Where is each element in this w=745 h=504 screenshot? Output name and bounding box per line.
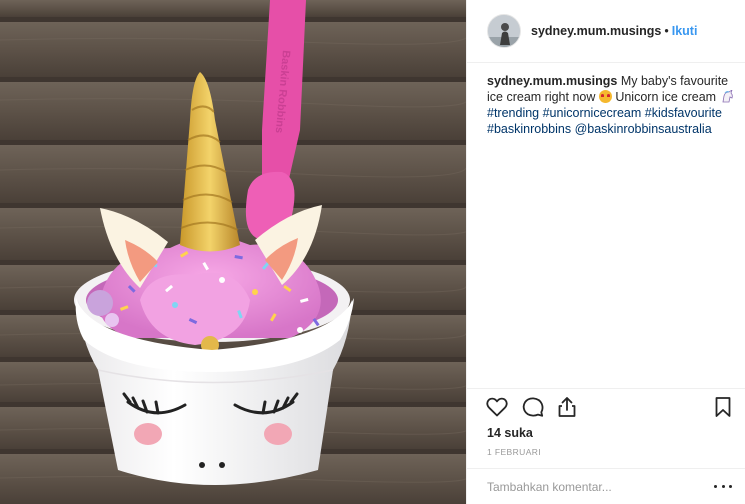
post-date[interactable]: 1 FEBRUARI xyxy=(487,447,541,457)
comment-icon xyxy=(522,397,544,417)
left-cheek xyxy=(134,423,162,445)
share-icon xyxy=(558,397,576,417)
share-button[interactable] xyxy=(555,395,579,419)
more-options-icon xyxy=(721,484,725,488)
more-options-button[interactable] xyxy=(714,479,732,493)
actions-divider xyxy=(467,388,745,389)
hashtag-link[interactable]: #baskinrobbins xyxy=(487,122,571,136)
unicorn-emoji-icon xyxy=(722,90,733,103)
post-actions xyxy=(483,395,735,421)
post-header: sydney.mum.musings • Ikuti xyxy=(467,0,745,63)
avatar[interactable] xyxy=(487,14,521,48)
right-cheek xyxy=(264,423,292,445)
comment-section xyxy=(467,468,745,504)
caption-username[interactable]: sydney.mum.musings xyxy=(487,74,617,88)
comment-input[interactable] xyxy=(487,478,697,496)
heart-eyes-emoji-icon xyxy=(598,90,612,103)
header-text: sydney.mum.musings • Ikuti xyxy=(531,24,697,38)
follow-button[interactable]: Ikuti xyxy=(672,24,698,38)
header-separator: • xyxy=(664,24,669,38)
more-options-icon xyxy=(714,484,717,488)
profile-picture-icon xyxy=(488,15,520,47)
hashtag-link[interactable]: #kidsfavourite xyxy=(645,106,722,120)
hashtag-link[interactable]: #unicornicecream xyxy=(543,106,642,120)
mention-link[interactable]: @baskinrobbinsaustralia xyxy=(575,122,712,136)
heart-icon xyxy=(486,397,508,417)
like-button[interactable] xyxy=(485,395,509,419)
post-photo[interactable]: Baskin Robbins xyxy=(0,0,466,504)
unicorn-ice-cream-photo: Baskin Robbins xyxy=(0,0,466,504)
caption-text-2: Unicorn ice cream xyxy=(611,90,720,104)
post-sidebar: sydney.mum.musings • Ikuti sydney.mum.musi… xyxy=(466,0,745,504)
comment-button[interactable] xyxy=(521,395,545,419)
bookmark-icon xyxy=(715,397,731,417)
hashtag-link[interactable]: #trending xyxy=(487,106,539,120)
save-button[interactable] xyxy=(711,395,735,419)
more-options-icon xyxy=(729,484,732,488)
header-username[interactable]: sydney.mum.musings xyxy=(531,24,661,38)
like-count[interactable]: 14 suka xyxy=(487,426,533,440)
post-caption: sydney.mum.musings My baby's favourite i… xyxy=(487,73,735,137)
